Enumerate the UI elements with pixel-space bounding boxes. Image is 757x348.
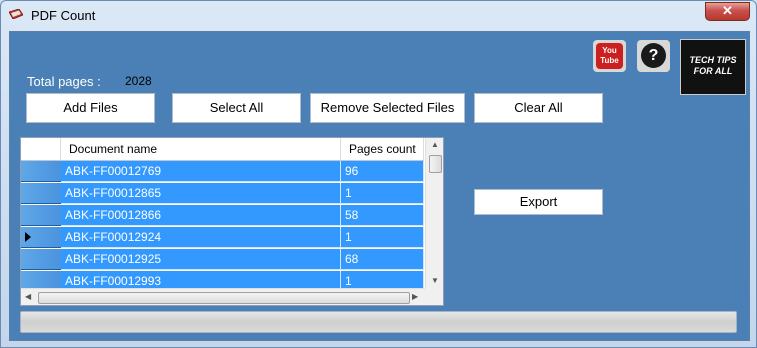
row-header[interactable] <box>21 161 61 182</box>
total-pages-value: 2028 <box>125 74 152 88</box>
cell-document-name[interactable]: ABK-FF00012924 <box>61 227 341 248</box>
pdf-app-icon <box>9 9 23 19</box>
horizontal-scrollbar[interactable]: ◀ ▶ <box>21 288 425 305</box>
cell-document-name[interactable]: ABK-FF00012769 <box>61 161 341 182</box>
help-button[interactable]: ? <box>637 40 670 72</box>
table-row[interactable]: ABK-FF00012865 1 <box>21 183 424 205</box>
cell-pages-count[interactable]: 1 <box>341 183 424 204</box>
row-header[interactable] <box>21 249 61 270</box>
table-row[interactable]: ABK-FF00012925 68 <box>21 249 424 271</box>
table-row[interactable]: ABK-FF00012924 1 <box>21 227 424 249</box>
youtube-icon: You Tube <box>596 43 623 69</box>
row-header-corner <box>21 138 61 160</box>
add-files-button[interactable]: Add Files <box>26 93 155 123</box>
column-header-document-name[interactable]: Document name <box>61 138 341 160</box>
cell-pages-count[interactable]: 68 <box>341 249 424 270</box>
select-all-button[interactable]: Select All <box>172 93 301 123</box>
logo-text-line1: TECH TIPS <box>689 55 737 65</box>
cell-document-name[interactable]: ABK-FF00012865 <box>61 183 341 204</box>
scroll-up-icon[interactable]: ▲ <box>431 140 439 149</box>
vertical-scrollbar[interactable]: ▲ ▼ <box>425 138 443 288</box>
grid-header: Document name Pages count <box>21 138 424 161</box>
table-row[interactable]: ABK-FF00012866 58 <box>21 205 424 227</box>
remove-selected-files-button[interactable]: Remove Selected Files <box>310 93 465 123</box>
youtube-button[interactable]: You Tube <box>593 40 626 72</box>
vertical-scroll-thumb[interactable] <box>429 155 442 173</box>
column-header-pages-count[interactable]: Pages count <box>341 138 424 160</box>
current-row-pointer-icon <box>25 232 31 242</box>
total-pages-label: Total pages : <box>27 74 101 89</box>
row-header[interactable] <box>21 183 61 204</box>
youtube-text-top: You <box>602 46 617 55</box>
cell-pages-count[interactable]: 96 <box>341 161 424 182</box>
main-panel: Total pages : 2028 Add Files Select All … <box>9 31 750 341</box>
scroll-right-icon[interactable]: ▶ <box>412 292 418 301</box>
cell-document-name[interactable]: ABK-FF00012925 <box>61 249 341 270</box>
help-icon: ? <box>641 43 666 68</box>
horizontal-scroll-thumb[interactable] <box>38 292 410 304</box>
window-title: PDF Count <box>31 8 96 23</box>
documents-grid[interactable]: Document name Pages count ABK-FF00012769… <box>20 137 444 306</box>
table-row[interactable]: ABK-FF00012769 96 <box>21 161 424 183</box>
scroll-down-icon[interactable]: ▼ <box>431 276 439 285</box>
cell-pages-count[interactable]: 1 <box>341 227 424 248</box>
title-bar: PDF Count ✕ <box>1 1 756 31</box>
cell-document-name[interactable]: ABK-FF00012866 <box>61 205 341 226</box>
close-button[interactable]: ✕ <box>705 2 750 21</box>
app-window: PDF Count ✕ Total pages : 2028 Add Files… <box>0 0 757 348</box>
youtube-text-bottom: Tube <box>600 56 619 65</box>
row-header[interactable] <box>21 205 61 226</box>
scroll-left-icon[interactable]: ◀ <box>25 292 31 301</box>
cell-pages-count[interactable]: 58 <box>341 205 424 226</box>
logo-text-line2: FOR ALL <box>693 66 733 76</box>
progress-bar <box>20 311 737 333</box>
row-header[interactable] <box>21 227 61 248</box>
tech-tips-logo[interactable]: TECH TIPS FOR ALL <box>680 39 746 95</box>
clear-all-button[interactable]: Clear All <box>474 93 603 123</box>
scrollbar-corner <box>425 288 443 305</box>
export-button[interactable]: Export <box>474 189 603 215</box>
